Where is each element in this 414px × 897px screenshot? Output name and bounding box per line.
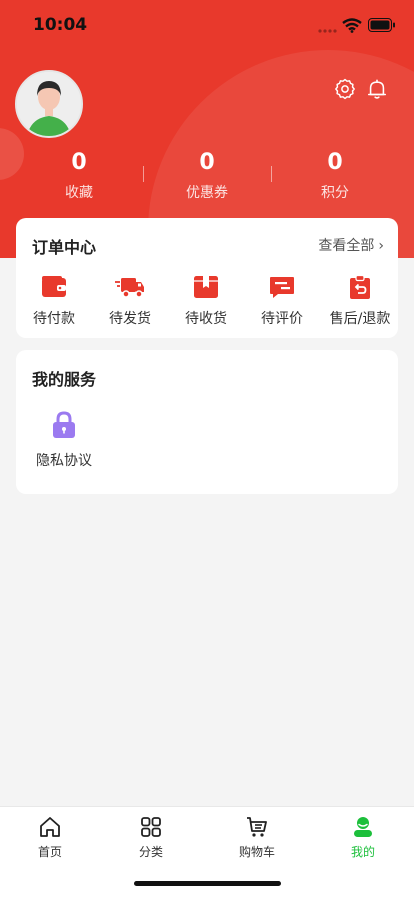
order-pending-payment[interactable]: 待付款 [16, 274, 92, 328]
comment-icon [270, 277, 294, 298]
stat-label: 收藏 [65, 185, 93, 201]
signal-icon [318, 29, 337, 33]
stat-label: 积分 [321, 185, 349, 201]
stat-value: 0 [199, 150, 215, 175]
tab-cart[interactable]: 购物车 [217, 815, 297, 860]
grid-icon [141, 817, 161, 837]
my-services-title: 我的服务 [32, 370, 97, 389]
truck-icon [115, 278, 144, 298]
status-time: 10:04 [33, 15, 88, 35]
order-center-card: 订单中心 查看全部 › 待付款 待发货 待收货 待评价 售后/退款 [16, 218, 398, 338]
privacy-policy-item[interactable]: 隐私协议 [32, 410, 96, 470]
wallet-icon [42, 276, 66, 297]
lock-icon [53, 411, 75, 438]
view-all-label: 查看全部 [318, 238, 375, 254]
order-pending-receipt[interactable]: 待收货 [168, 274, 244, 328]
tab-label: 分类 [138, 845, 163, 859]
wifi-icon [342, 18, 362, 33]
my-services-card: 我的服务 隐私协议 [16, 350, 398, 494]
service-item-label: 隐私协议 [36, 453, 92, 469]
order-item-label: 待收货 [185, 311, 227, 327]
view-all-orders-link[interactable]: 查看全部 › [318, 235, 384, 255]
stat-points[interactable]: 0 积分 [275, 150, 395, 202]
stat-coupons[interactable]: 0 优惠券 [147, 150, 267, 202]
stat-value: 0 [71, 150, 87, 175]
stat-divider [143, 166, 144, 182]
battery-icon [368, 18, 395, 32]
order-pending-review[interactable]: 待评价 [244, 274, 320, 328]
settings-icon[interactable] [334, 78, 356, 100]
user-icon [354, 817, 372, 837]
bell-icon[interactable] [366, 78, 388, 100]
order-status-row: 待付款 待发货 待收货 待评价 售后/退款 [16, 274, 398, 334]
tab-home[interactable]: 首页 [10, 815, 90, 860]
avatar[interactable] [15, 70, 83, 138]
package-icon [194, 276, 218, 298]
stat-divider [271, 166, 272, 182]
tab-category[interactable]: 分类 [111, 815, 191, 860]
cart-icon [247, 817, 267, 837]
order-item-label: 待发货 [109, 311, 151, 327]
user-avatar-icon [17, 72, 81, 136]
chevron-right-icon: › [378, 238, 384, 254]
order-item-label: 待评价 [261, 311, 303, 327]
status-bar: 10:04 [0, 0, 414, 50]
stat-value: 0 [327, 150, 343, 175]
order-item-label: 售后/退款 [329, 311, 391, 327]
order-item-label: 待付款 [33, 311, 75, 327]
order-after-sales[interactable]: 售后/退款 [322, 274, 398, 328]
tab-mine[interactable]: 我的 [323, 815, 403, 860]
order-pending-shipment[interactable]: 待发货 [92, 274, 168, 328]
home-icon [40, 817, 60, 837]
home-indicator [134, 881, 281, 886]
tab-label: 购物车 [238, 845, 275, 859]
tab-label: 首页 [37, 845, 62, 859]
refund-icon [350, 274, 370, 299]
order-center-title: 订单中心 [32, 238, 97, 257]
stat-label: 优惠券 [186, 185, 228, 201]
tab-label: 我的 [350, 845, 375, 859]
stat-favorites[interactable]: 0 收藏 [19, 150, 139, 202]
